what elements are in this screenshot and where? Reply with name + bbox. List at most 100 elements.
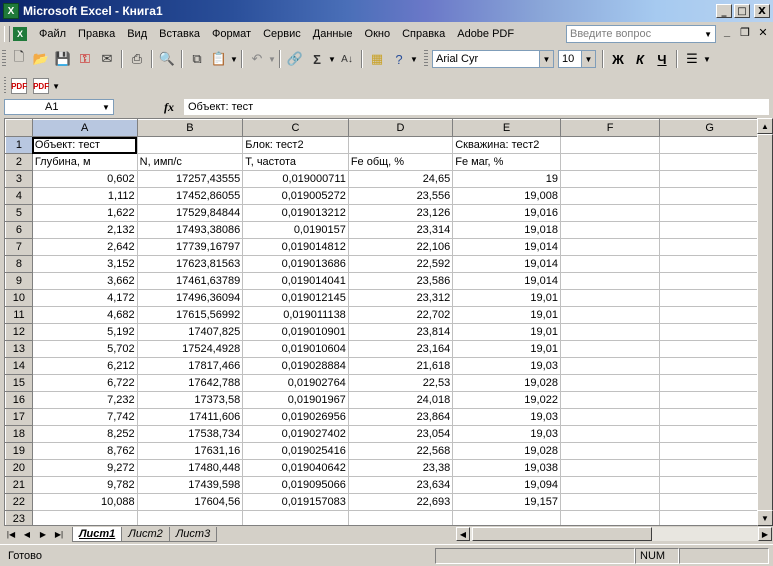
column-header[interactable]: C [242, 119, 349, 137]
cell[interactable]: 4,682 [31, 306, 138, 324]
cell[interactable]: 23,126 [347, 204, 454, 222]
cell[interactable] [659, 255, 760, 273]
cell[interactable]: 17493,38086 [136, 221, 244, 239]
cell[interactable]: 19,038 [452, 459, 561, 477]
menu-edit[interactable]: Правка [72, 25, 121, 43]
cell[interactable]: 0,019014041 [242, 272, 349, 290]
cell[interactable]: 0,019013212 [242, 204, 349, 222]
cell[interactable]: 23,312 [347, 289, 454, 307]
cell[interactable] [559, 272, 661, 290]
cell[interactable] [559, 408, 661, 426]
cell[interactable] [559, 221, 661, 239]
cell[interactable]: 17257,43555 [136, 170, 244, 188]
cell[interactable]: 10,088 [31, 493, 138, 511]
cell[interactable]: 17411,606 [136, 408, 244, 426]
convert-to-pdf-icon[interactable]: PDF [11, 78, 28, 94]
cell[interactable] [659, 442, 760, 460]
cell[interactable]: 6,212 [31, 357, 138, 375]
cell[interactable]: 3,152 [31, 255, 138, 273]
row-header[interactable]: 16 [5, 391, 33, 409]
cell[interactable] [452, 510, 561, 525]
cell[interactable]: 19,03 [452, 408, 561, 426]
cell[interactable] [559, 391, 661, 409]
cell[interactable] [659, 306, 760, 324]
select-all-corner[interactable] [5, 119, 33, 137]
undo-dropdown-icon[interactable]: ▼ [268, 55, 276, 64]
cell[interactable]: 19,016 [452, 204, 561, 222]
cell[interactable] [347, 510, 454, 525]
cell[interactable]: Блок: тест2 [242, 136, 349, 154]
print-icon[interactable]: ⎙ [126, 48, 148, 70]
menu-tools[interactable]: Сервис [257, 25, 307, 43]
cell[interactable]: 17623,81563 [136, 255, 244, 273]
cell[interactable]: 17615,56992 [136, 306, 244, 324]
cell[interactable]: 23,586 [347, 272, 454, 290]
menu-grip[interactable] [4, 26, 10, 42]
cell[interactable]: 19,022 [452, 391, 561, 409]
paste-dropdown-icon[interactable]: ▼ [230, 55, 238, 64]
autosum-dropdown-icon[interactable]: ▼ [328, 55, 336, 64]
cell[interactable]: 23,634 [347, 476, 454, 494]
underline-button[interactable]: Ч [651, 48, 673, 70]
cell[interactable]: 0,019012145 [242, 289, 349, 307]
row-header[interactable]: 20 [5, 459, 33, 477]
cell[interactable]: 21,618 [347, 357, 454, 375]
cell[interactable] [559, 476, 661, 494]
cell[interactable]: 0,019025416 [242, 442, 349, 460]
cell[interactable]: 19,01 [452, 340, 561, 358]
cell[interactable]: 19,014 [452, 272, 561, 290]
research-icon[interactable]: 🔍 [156, 48, 178, 70]
cell[interactable] [559, 187, 661, 205]
cell[interactable]: 19,01 [452, 323, 561, 341]
cell[interactable]: 9,782 [31, 476, 138, 494]
cell[interactable]: 2,132 [31, 221, 138, 239]
cell[interactable]: 0,019028884 [242, 357, 349, 375]
cell[interactable]: 22,53 [347, 374, 454, 392]
cell[interactable] [659, 425, 760, 443]
workbook-icon[interactable]: X [13, 27, 27, 41]
help-icon[interactable]: ? [388, 48, 410, 70]
cell[interactable]: 19 [452, 170, 561, 188]
excel-app-icon[interactable]: X [3, 3, 19, 19]
cell[interactable]: 17373,58 [136, 391, 244, 409]
cell[interactable] [659, 187, 760, 205]
cell[interactable] [136, 136, 244, 154]
convert-and-email-pdf-icon[interactable]: PDF [33, 78, 50, 94]
cell[interactable] [659, 204, 760, 222]
cell[interactable]: 19,03 [452, 357, 561, 375]
column-header[interactable]: E [452, 119, 561, 137]
cell[interactable]: Объект: тест [31, 136, 138, 154]
italic-button[interactable]: К [629, 48, 651, 70]
toolbar-grip[interactable] [4, 77, 7, 95]
cell[interactable]: 23,38 [347, 459, 454, 477]
cell[interactable]: 23,814 [347, 323, 454, 341]
chart-wizard-icon[interactable]: ▦ [366, 48, 388, 70]
cell[interactable]: 22,592 [347, 255, 454, 273]
cell[interactable]: 17452,86055 [136, 187, 244, 205]
row-header[interactable]: 6 [5, 221, 33, 239]
toolbar-options-icon[interactable]: ▼ [703, 55, 711, 64]
cell[interactable]: 17461,63789 [136, 272, 244, 290]
cell[interactable]: 17439,598 [136, 476, 244, 494]
cell[interactable] [559, 493, 661, 511]
row-header[interactable]: 12 [5, 323, 33, 341]
close-button[interactable]: X [754, 4, 770, 18]
cell[interactable]: 0,019026956 [242, 408, 349, 426]
vertical-scrollbar[interactable]: ▲ ▼ [757, 118, 773, 526]
cell[interactable] [242, 510, 349, 525]
cell[interactable]: 17739,16797 [136, 238, 244, 256]
row-header[interactable]: 10 [5, 289, 33, 307]
cell[interactable] [559, 459, 661, 477]
row-header[interactable]: 14 [5, 357, 33, 375]
cell[interactable] [659, 340, 760, 358]
cell[interactable] [559, 425, 661, 443]
cell[interactable]: 17480,448 [136, 459, 244, 477]
cell[interactable]: 0,019000711 [242, 170, 349, 188]
cell[interactable]: 19,01 [452, 289, 561, 307]
cell[interactable] [659, 153, 760, 171]
cell[interactable]: 0,019014812 [242, 238, 349, 256]
cell[interactable]: 23,164 [347, 340, 454, 358]
cell[interactable] [559, 170, 661, 188]
sheet-tab-2[interactable]: Лист2 [121, 526, 170, 542]
row-header[interactable]: 11 [5, 306, 33, 324]
